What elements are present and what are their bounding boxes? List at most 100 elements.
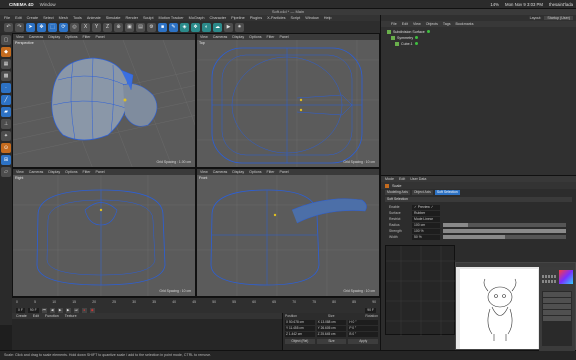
property-value-field[interactable]: 100 cm [412, 222, 440, 228]
viewport-menu-display[interactable]: Display [232, 35, 244, 39]
property-value-field[interactable]: Mode Linear [412, 216, 440, 222]
coordinate-field[interactable]: Y 11.455 cm [285, 326, 315, 331]
material-menu-texture[interactable]: Texture [65, 314, 77, 318]
menu-item-select[interactable]: Select [43, 16, 54, 20]
rotate-icon[interactable]: ⟳ [59, 22, 68, 32]
visibility-dot-icon[interactable] [415, 36, 419, 39]
object-menu-edit[interactable]: Edit [402, 22, 408, 26]
object-menu-bookmarks[interactable]: Bookmarks [456, 22, 474, 26]
camera-icon[interactable]: ▶ [224, 22, 233, 32]
coordinate-field[interactable]: B 0 ° [348, 332, 379, 337]
material-manager[interactable] [12, 319, 282, 350]
points-mode-icon[interactable]: · [1, 83, 11, 93]
x-axis-icon[interactable]: X [81, 22, 90, 32]
viewport-menu-options[interactable]: Options [65, 35, 77, 39]
attribute-menu-mode[interactable]: Mode [385, 177, 394, 181]
viewport-menu-cameras[interactable]: Cameras [213, 170, 228, 174]
light-icon[interactable]: ✷ [235, 22, 244, 32]
reference-sketch-canvas[interactable] [460, 269, 538, 349]
viewport-menu-cameras[interactable]: Cameras [29, 170, 44, 174]
viewport-menu-panel[interactable]: Panel [280, 170, 289, 174]
subdivision-icon[interactable]: ◈ [180, 22, 189, 32]
reference-image-window[interactable] [455, 262, 576, 351]
go-to-end-icon[interactable]: ⏭ [73, 307, 79, 313]
record-icon[interactable]: ● [81, 307, 87, 313]
object-row[interactable]: Subdivision Surface [387, 29, 430, 34]
property-value-field[interactable]: 50 % [412, 234, 440, 240]
apply-button[interactable]: Apply [348, 339, 379, 344]
mac-menu-window[interactable]: Window [40, 2, 56, 7]
property-value-field[interactable]: ✓ Preview ✓ [412, 204, 440, 210]
prev-key-icon[interactable]: ◀ [49, 307, 55, 313]
planar-workplane-icon[interactable]: ▱ [1, 167, 11, 177]
layout-dropdown[interactable]: Startup (User) [544, 16, 573, 20]
texture-mode-icon[interactable]: ▦ [1, 59, 11, 69]
viewport-menu-display[interactable]: Display [232, 170, 244, 174]
object-menu-view[interactable]: View [413, 22, 421, 26]
timeline-ruler[interactable]: 0 5 10 15 20 25 30 35 40 45 50 55 60 65 70 75 80 85 90 [16, 300, 376, 305]
viewport-menu-view[interactable]: View [200, 35, 208, 39]
menu-item-character[interactable]: Character [210, 16, 227, 20]
front-viewport[interactable]: View Cameras Display Options Filter Panel Fro… [196, 168, 380, 297]
object-menu-file[interactable]: File [391, 22, 397, 26]
app-name[interactable]: CINEMA 4D [9, 2, 34, 7]
end-frame-field[interactable]: 90 F [27, 307, 39, 313]
viewport-menu-filter[interactable]: Filter [267, 170, 275, 174]
render-settings-icon[interactable]: ⚙ [147, 22, 156, 32]
viewport-menu-panel[interactable]: Panel [96, 170, 105, 174]
menu-item-plugins[interactable]: Plugins [250, 16, 262, 20]
viewport-menu-view[interactable]: View [16, 170, 24, 174]
coordinate-field[interactable]: Z 1.442 cm [285, 332, 315, 337]
move-icon[interactable]: ✥ [37, 22, 46, 32]
visibility-dot-icon[interactable] [414, 42, 418, 45]
clock[interactable]: Mon Nov 9 3:03 PM [505, 2, 543, 7]
property-value-field[interactable]: 100 % [412, 228, 440, 234]
menu-item-mesh[interactable]: Mesh [59, 16, 68, 20]
menu-item-window[interactable]: Window [305, 16, 319, 20]
lock-workplane-icon[interactable]: ⊞ [1, 155, 11, 165]
menu-item-animate[interactable]: Animate [87, 16, 101, 20]
viewport-menu-panel[interactable]: Panel [280, 35, 289, 39]
material-menu-create[interactable]: Create [16, 314, 27, 318]
menu-item-x-particles[interactable]: X-Particles [267, 16, 285, 20]
top-viewport[interactable]: View Cameras Display Options Filter Panel Top… [196, 33, 380, 168]
falloff-curve-graph[interactable] [385, 245, 456, 336]
color-picker[interactable] [559, 270, 573, 284]
workplane-icon[interactable]: ▩ [1, 71, 11, 81]
recent-tools-icon[interactable]: ◎ [70, 22, 79, 32]
snap-icon[interactable]: ⊙ [1, 143, 11, 153]
size-mode-dropdown[interactable]: Size [316, 339, 347, 344]
menu-item-file[interactable]: File [4, 16, 10, 20]
tweak-mode-icon[interactable]: ✦ [1, 131, 11, 141]
menu-item-help[interactable]: Help [324, 16, 332, 20]
play-icon[interactable]: ▶ [57, 307, 63, 313]
next-key-icon[interactable]: ▶ [65, 307, 71, 313]
visibility-dot-icon[interactable] [426, 30, 430, 33]
menu-item-pipeline[interactable]: Pipeline [231, 16, 245, 20]
coordinate-field[interactable]: Y 26.605 cm [316, 326, 347, 331]
start-frame-field[interactable]: 0 F [16, 307, 25, 313]
cube-icon[interactable]: ■ [158, 22, 167, 32]
viewport-menu-display[interactable]: Display [48, 35, 60, 39]
current-frame-field[interactable]: 90 F [365, 307, 376, 313]
menu-item-simulate[interactable]: Simulate [106, 16, 121, 20]
viewport-menu-filter[interactable]: Filter [267, 35, 275, 39]
property-value-field[interactable]: Rubber [412, 210, 440, 216]
right-viewport[interactable]: View Cameras Display Options Filter Panel Rig… [12, 168, 196, 297]
render-view-icon[interactable]: ▣ [125, 22, 134, 32]
layers-panel[interactable] [542, 291, 572, 346]
attribute-menu-user-data[interactable]: User Data [410, 177, 426, 181]
coordinate-field[interactable]: X 50.678 cm [285, 320, 315, 325]
viewport-menu-options[interactable]: Options [249, 170, 261, 174]
object-menu-tags[interactable]: Tags [443, 22, 451, 26]
axis-mode-icon[interactable]: ⊥ [1, 119, 11, 129]
viewport-menu-cameras[interactable]: Cameras [213, 35, 228, 39]
viewport-menu-display[interactable]: Display [48, 170, 60, 174]
menu-item-script[interactable]: Script [291, 16, 301, 20]
tab-object-axis[interactable]: Object Axis [411, 189, 433, 195]
z-axis-icon[interactable]: Z [103, 22, 112, 32]
deformer-icon[interactable]: ◐ [202, 22, 211, 32]
perspective-viewport[interactable]: View Cameras Display Options Filter Panel Per… [12, 33, 196, 168]
property-slider[interactable] [443, 235, 566, 239]
menu-item-motion-tracker[interactable]: Motion Tracker [159, 16, 184, 20]
